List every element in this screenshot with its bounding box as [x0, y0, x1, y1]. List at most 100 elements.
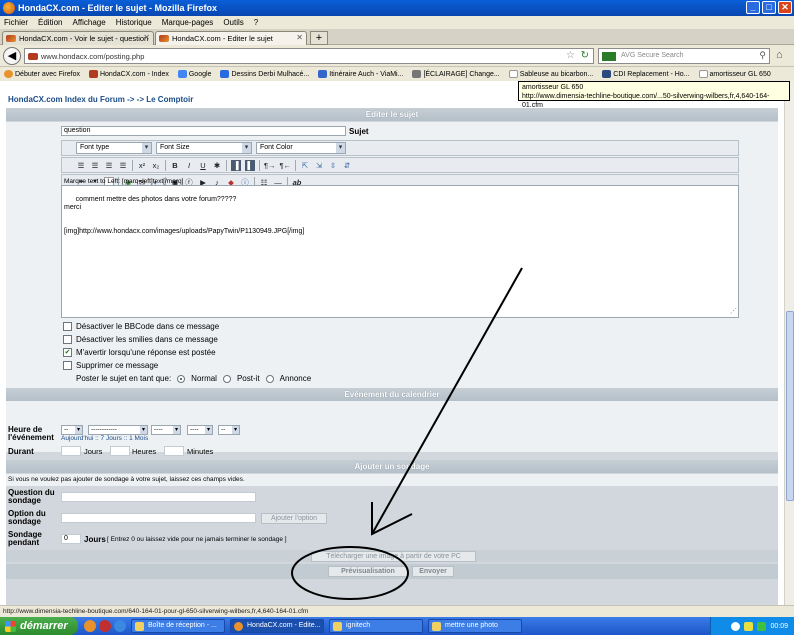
marquee-left-icon[interactable]: ⇱: [300, 160, 310, 171]
ltr-icon[interactable]: ¶→: [264, 160, 276, 171]
post-as-postit-radio[interactable]: [222, 374, 231, 383]
scrollbar-thumb[interactable]: [786, 311, 794, 501]
menu-fichier[interactable]: Fichier: [4, 18, 28, 27]
clock: 00:09: [770, 622, 788, 630]
bookmark-item[interactable]: Google: [177, 70, 211, 78]
menu-edition[interactable]: Édition: [38, 18, 62, 27]
poll-duration-input[interactable]: 0: [61, 534, 81, 544]
upload-image-button[interactable]: Télécharger une image à partir de votre …: [311, 551, 476, 562]
superscript-icon[interactable]: x²: [137, 160, 147, 171]
resize-grip-icon[interactable]: ⋰: [730, 308, 737, 316]
menu-outils[interactable]: Outils: [223, 18, 243, 27]
duration-hours-input[interactable]: [110, 446, 130, 456]
option-delete-post[interactable]: Supprimer ce message: [63, 361, 158, 370]
post-as-annonce-radio[interactable]: [265, 374, 274, 383]
bookmark-item[interactable]: Dessins Derbi Mulhacé...: [220, 70, 309, 78]
option-disable-bbcode[interactable]: Désactiver le BBCode dans ce message: [63, 322, 219, 331]
align-right-icon[interactable]: ☰: [104, 160, 114, 171]
disable-smilies-checkbox[interactable]: [63, 335, 72, 344]
tab-voir-le-sujet[interactable]: HondaCX.com - Voir le sujet - question ✕: [2, 31, 154, 45]
event-day-select[interactable]: --: [61, 425, 83, 435]
folder-icon: [432, 622, 441, 631]
align-left-icon[interactable]: ☰: [76, 160, 86, 171]
firefox-icon[interactable]: [84, 620, 96, 632]
event-minute-select[interactable]: --: [218, 425, 240, 435]
tray-icon[interactable]: [744, 621, 754, 631]
task-ignitech[interactable]: ignitech: [329, 619, 423, 633]
align-center-icon[interactable]: ☰: [90, 160, 100, 171]
menu-marque-pages[interactable]: Marque-pages: [162, 18, 214, 27]
url-bar[interactable]: www.hondacx.com/posting.php ☆ ↻: [24, 48, 594, 64]
task-inbox[interactable]: Boîte de réception - ...: [131, 619, 225, 633]
ie-icon[interactable]: [114, 620, 126, 632]
tray-icon[interactable]: [731, 621, 741, 631]
bookmark-item[interactable]: Sableuse au bicarbon...: [508, 70, 593, 78]
subject-input[interactable]: question: [61, 126, 346, 136]
bookmark-item[interactable]: CDI Replacement - Ho...: [602, 70, 690, 78]
marquee-down-icon[interactable]: ⇵: [342, 160, 352, 171]
calendar-shortcuts[interactable]: Aujourd'hui :: 7 Jours :: 1 Mois: [61, 435, 148, 442]
strike-icon[interactable]: ✱: [212, 160, 222, 171]
new-tab-button[interactable]: +: [310, 31, 328, 45]
breadcrumb[interactable]: HondaCX.com Index du Forum -> -> Le Comp…: [8, 95, 193, 104]
maximize-button[interactable]: □: [762, 1, 776, 14]
home-icon[interactable]: ⌂: [776, 49, 783, 61]
bookmark-star-icon[interactable]: ☆: [566, 50, 575, 61]
menu-affichage[interactable]: Affichage: [72, 18, 105, 27]
bookmark-item[interactable]: Débuter avec Firefox: [4, 70, 80, 78]
font-type-select[interactable]: Font type: [76, 142, 152, 154]
notify-reply-checkbox[interactable]: ✔: [63, 348, 72, 357]
menu-help[interactable]: ?: [254, 18, 258, 27]
subscript-icon[interactable]: x₂: [151, 160, 161, 171]
poll-question-input[interactable]: [61, 492, 256, 502]
bookmark-item[interactable]: Itinéraire Auch - ViaMi...: [318, 70, 403, 78]
app-icon[interactable]: [99, 620, 111, 632]
avg-search-engine-icon[interactable]: [602, 52, 616, 61]
rtl-icon[interactable]: ¶←: [280, 160, 292, 171]
search-input[interactable]: AVG Secure Search ⚲: [598, 48, 770, 64]
preview-button[interactable]: Prévisualisation: [328, 566, 408, 577]
add-option-button[interactable]: Ajouter l'option: [261, 513, 327, 524]
duration-minutes-input[interactable]: [164, 446, 184, 456]
disable-bbcode-checkbox[interactable]: [63, 322, 72, 331]
duration-days-input[interactable]: [61, 446, 81, 456]
underline-icon[interactable]: U: [198, 160, 208, 171]
start-button[interactable]: démarrer: [0, 617, 78, 635]
tray-icon[interactable]: [757, 621, 767, 631]
reload-icon[interactable]: ↻: [581, 50, 589, 61]
option-notify-reply[interactable]: ✔ M'avertir lorsqu'une réponse est posté…: [63, 348, 216, 357]
send-button[interactable]: Envoyer: [412, 566, 454, 577]
task-mettre-une-photo[interactable]: mettre une photo: [428, 619, 522, 633]
poll-option-input[interactable]: [61, 513, 256, 523]
close-button[interactable]: ✕: [778, 1, 792, 14]
event-hour-select[interactable]: ----: [187, 425, 213, 435]
option-disable-smilies[interactable]: Désactiver les smilies dans ce message: [63, 335, 218, 344]
bookmark-item[interactable]: HondaCX.com - Index: [88, 70, 169, 78]
bold-icon[interactable]: B: [170, 160, 180, 171]
delete-post-checkbox[interactable]: [63, 361, 72, 370]
align-justify-icon[interactable]: ☰: [118, 160, 128, 171]
tab-editer-le-sujet[interactable]: HondaCX.com - Editer le sujet ✕: [155, 31, 307, 45]
highlight-icon[interactable]: ▌: [245, 159, 255, 171]
menu-historique[interactable]: Historique: [116, 18, 152, 27]
color-icon[interactable]: ▐: [231, 159, 241, 171]
tab-close-icon[interactable]: ✕: [143, 33, 150, 42]
event-year-select[interactable]: ----: [151, 425, 181, 435]
bookmark-item[interactable]: [ÉCLAIRAGE] Change...: [412, 70, 500, 78]
marquee-right-icon[interactable]: ⇲: [314, 160, 324, 171]
font-size-select[interactable]: Font Size: [156, 142, 252, 154]
back-button[interactable]: ◀: [3, 47, 21, 65]
marquee-up-icon[interactable]: ⇳: [328, 160, 338, 171]
italic-icon[interactable]: I: [184, 160, 194, 171]
page-scrollbar[interactable]: [784, 81, 794, 605]
post-as-normal-radio[interactable]: [177, 374, 186, 383]
tab-close-icon[interactable]: ✕: [296, 33, 303, 42]
font-color-select[interactable]: Font Color: [256, 142, 346, 154]
bookmark-item[interactable]: amortisseur GL 650: [698, 70, 771, 78]
search-icon[interactable]: ⚲: [759, 50, 766, 61]
event-month-select[interactable]: ------------: [88, 425, 148, 435]
minimize-button[interactable]: _: [746, 1, 760, 14]
firefox-icon: [4, 70, 13, 78]
message-textarea[interactable]: comment mettre des photos dans votre for…: [61, 185, 739, 318]
task-firefox[interactable]: HondaCX.com - Edite...: [230, 619, 324, 633]
